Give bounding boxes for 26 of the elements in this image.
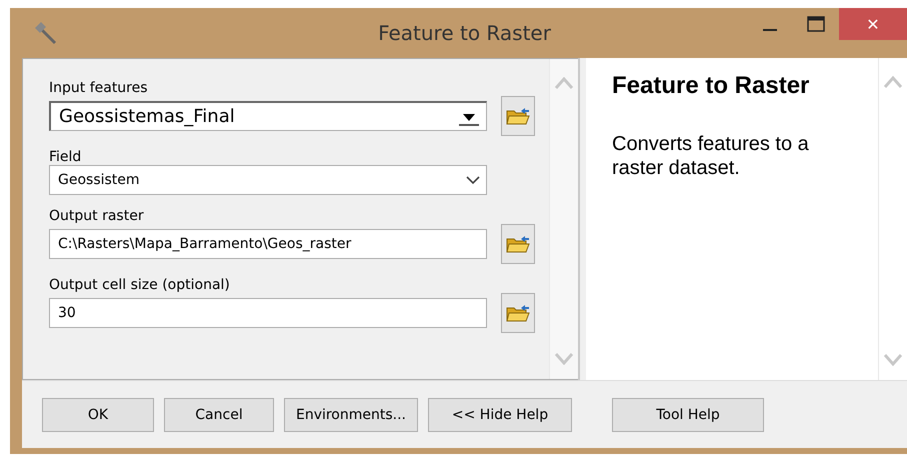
window-title: Feature to Raster [378,21,551,45]
field-label: Field [49,149,82,165]
folder-icon [506,303,530,323]
input-field[interactable]: Geossistemas_Final [49,101,488,131]
help-title: Feature to Raster [612,72,810,100]
browse-button[interactable] [501,224,536,264]
dialog-button[interactable]: Environments... [284,398,418,432]
help-text: Converts features to a raster dataset. [612,132,810,180]
dialog-button[interactable]: << Hide Help [428,398,572,432]
folder-icon [506,106,530,126]
input-field[interactable]: 30 [49,298,488,328]
browse-button[interactable] [501,96,536,136]
field-label: Output raster [49,208,144,224]
browse-button[interactable] [501,293,536,333]
select-field[interactable]: Geossistem [49,165,488,195]
dialog-button[interactable]: Cancel [164,398,274,432]
dialog-button[interactable]: Tool Help [612,398,764,432]
minimize-icon [762,29,778,31]
maximize-icon [807,16,825,32]
field-label: Output cell size (optional) [49,277,230,293]
folder-icon [506,234,530,254]
close-button[interactable]: ✕ [839,8,907,40]
dialog-button[interactable]: OK [42,398,154,432]
chevron-down-icon [466,176,480,184]
input-field[interactable]: C:\Rasters\Mapa_Barramento\Geos_raster [49,229,488,259]
field-label: Input features [49,80,148,96]
